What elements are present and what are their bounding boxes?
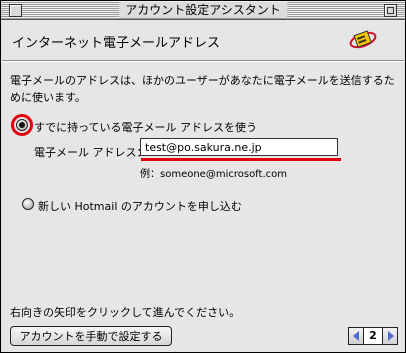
page-navigator: 2: [348, 327, 398, 345]
page-number: 2: [364, 327, 382, 345]
content-panel: 電子メールのアドレスは、ほかのユーザーがあなたに電子メールを送信するために使いま…: [2, 61, 404, 324]
page-header: インターネット電子メールアドレス: [2, 20, 404, 61]
email-example-text: 例：someone@microsoft.com: [140, 169, 287, 180]
bottom-bar: アカウントを手動で設定する 2: [2, 323, 404, 352]
title-bar[interactable]: アカウント設定アシスタント: [1, 1, 405, 20]
next-page-button[interactable]: [382, 327, 398, 345]
right-arrow-icon: [388, 331, 394, 341]
input-highlight-underline: [141, 158, 341, 161]
manual-setup-button[interactable]: アカウントを手動で設定する: [10, 326, 172, 346]
window-title: アカウント設定アシスタント: [119, 2, 287, 18]
radio-new-hotmail[interactable]: [22, 198, 34, 210]
email-address-label: 電子メール アドレス：: [34, 146, 148, 159]
radio-use-existing-address[interactable]: [16, 119, 28, 131]
email-envelope-icon: [349, 30, 377, 49]
zoom-box[interactable]: [384, 4, 397, 17]
intro-text: 電子メールのアドレスは、ほかのユーザーがあなたに電子メールを送信するために使いま…: [10, 74, 395, 104]
page-title: インターネット電子メールアドレス: [12, 36, 221, 51]
assistant-window: アカウント設定アシスタント インターネット電子メールアドレス 電子メールのアドレ…: [0, 0, 406, 353]
option-hotmail-label[interactable]: 新しい Hotmail のアカウントを申し込む: [38, 198, 242, 214]
email-address-input[interactable]: [140, 138, 338, 156]
option-existing-label[interactable]: すでに持っている電子メール アドレスを使う: [34, 119, 257, 135]
left-arrow-icon: [353, 331, 359, 341]
previous-page-button[interactable]: [348, 327, 364, 345]
close-box[interactable]: [9, 4, 22, 17]
footer-instruction: 右向きの矢印をクリックして進んでください。: [10, 306, 241, 319]
